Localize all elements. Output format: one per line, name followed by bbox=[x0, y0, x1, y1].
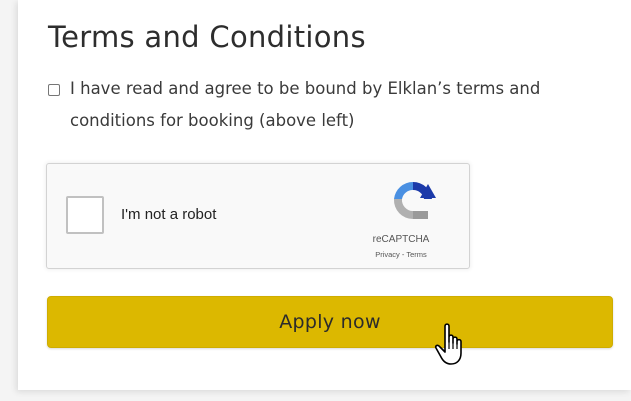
agree-terms-checkbox[interactable] bbox=[48, 84, 60, 96]
recaptcha-privacy-link[interactable]: Privacy bbox=[375, 250, 400, 259]
recaptcha-links: Privacy - Terms bbox=[347, 250, 455, 259]
recaptcha-widget: I'm not a robot reCAPTCHA Privacy - Term… bbox=[46, 163, 470, 269]
recaptcha-logo-icon bbox=[393, 181, 436, 220]
recaptcha-label: I'm not a robot bbox=[121, 206, 217, 223]
booking-panel: Terms and Conditions I have read and agr… bbox=[18, 0, 631, 390]
recaptcha-terms-link[interactable]: Terms bbox=[406, 250, 426, 259]
hand-pointer-icon bbox=[434, 323, 462, 365]
recaptcha-brand: reCAPTCHA bbox=[372, 234, 430, 245]
recaptcha-checkbox[interactable] bbox=[66, 196, 104, 234]
section-heading: Terms and Conditions bbox=[48, 20, 366, 54]
agree-terms-label[interactable]: I have read and agree to be bound by Elk… bbox=[70, 73, 625, 137]
apply-now-button[interactable]: Apply now bbox=[47, 296, 613, 348]
